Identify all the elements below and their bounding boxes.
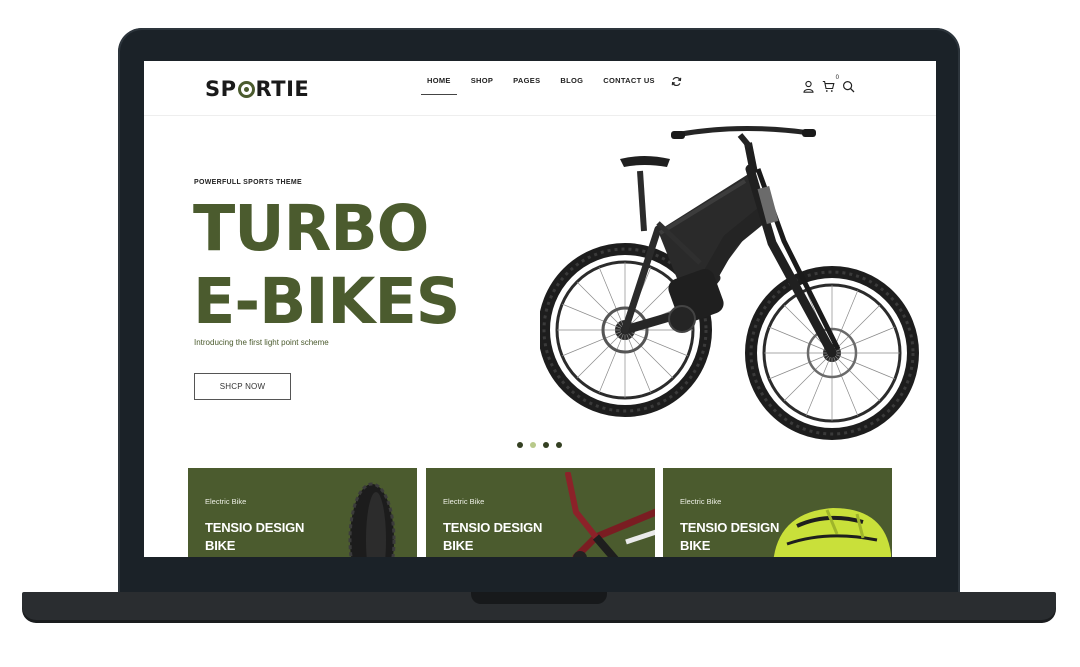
helmet-image: [773, 508, 891, 557]
card-title-line-2: BIKE: [443, 538, 474, 553]
card-title: TENSIO DESIGN BIKE: [205, 519, 325, 555]
nav-pages[interactable]: PAGES: [506, 74, 547, 94]
refresh-icon[interactable]: [671, 76, 682, 87]
card-title-line-1: TENSIO DESIGN: [205, 520, 305, 535]
cart-icon: [822, 80, 835, 92]
hero-title-line-1: TURBO: [193, 191, 429, 266]
hero-title: TURBO E-BIKES: [193, 191, 493, 339]
site-header: SP RTIE HOME SHOP PAGES BLOG CONTACT US: [144, 61, 936, 116]
hero-subtitle: Introducing the first light point scheme: [194, 338, 329, 347]
card-title-line-1: TENSIO DESIGN: [443, 520, 543, 535]
nav-home[interactable]: HOME: [420, 74, 458, 95]
category-card-frame[interactable]: Electric Bike TENSIO DESIGN BIKE: [426, 468, 655, 557]
card-tag: Electric Bike: [205, 497, 247, 506]
tire-image: [348, 482, 396, 557]
user-icon[interactable]: [802, 80, 815, 93]
e-bike-image: [540, 125, 919, 440]
card-title-line-2: BIKE: [205, 538, 236, 553]
slider-dots: [517, 442, 562, 448]
logo-wheel-icon: [237, 80, 255, 98]
category-card-tire[interactable]: Electric Bike TENSIO DESIGN BIKE: [188, 468, 417, 557]
card-tag: Electric Bike: [443, 497, 485, 506]
bike-frame: [620, 125, 841, 358]
hero-eyebrow: POWERFULL SPORTS THEME: [194, 179, 302, 186]
nav-contact-us[interactable]: CONTACT US: [596, 74, 662, 94]
category-card-helmet[interactable]: Electric Bike TENSIO DESIGN BIKE: [663, 468, 892, 557]
laptop-notch: [471, 592, 607, 604]
slider-dot-3[interactable]: [543, 442, 549, 448]
slider-dot-4[interactable]: [556, 442, 562, 448]
cart-button[interactable]: 0: [822, 75, 839, 93]
nav-shop[interactable]: SHOP: [464, 74, 500, 94]
card-tag: Electric Bike: [680, 497, 722, 506]
shop-now-button[interactable]: SHCP NOW: [194, 373, 291, 400]
bike-frame-image: [565, 472, 655, 557]
card-title-line-1: TENSIO DESIGN: [680, 520, 780, 535]
card-title: TENSIO DESIGN BIKE: [443, 519, 563, 555]
hero-title-line-2: E-BIKES: [193, 264, 460, 339]
logo-text-start: SP: [205, 77, 237, 101]
header-actions: 0: [802, 75, 855, 93]
cart-count-badge: 0: [835, 75, 839, 81]
nav-blog[interactable]: BLOG: [553, 74, 590, 94]
slider-dot-2[interactable]: [530, 442, 536, 448]
search-icon[interactable]: [842, 80, 855, 93]
website-screen: SP RTIE HOME SHOP PAGES BLOG CONTACT US: [144, 61, 936, 557]
main-nav: HOME SHOP PAGES BLOG CONTACT US: [420, 74, 682, 95]
logo-text-end: RTIE: [255, 77, 310, 101]
card-title-line-2: BIKE: [680, 538, 711, 553]
logo[interactable]: SP RTIE: [205, 75, 309, 103]
slider-dot-1[interactable]: [517, 442, 523, 448]
